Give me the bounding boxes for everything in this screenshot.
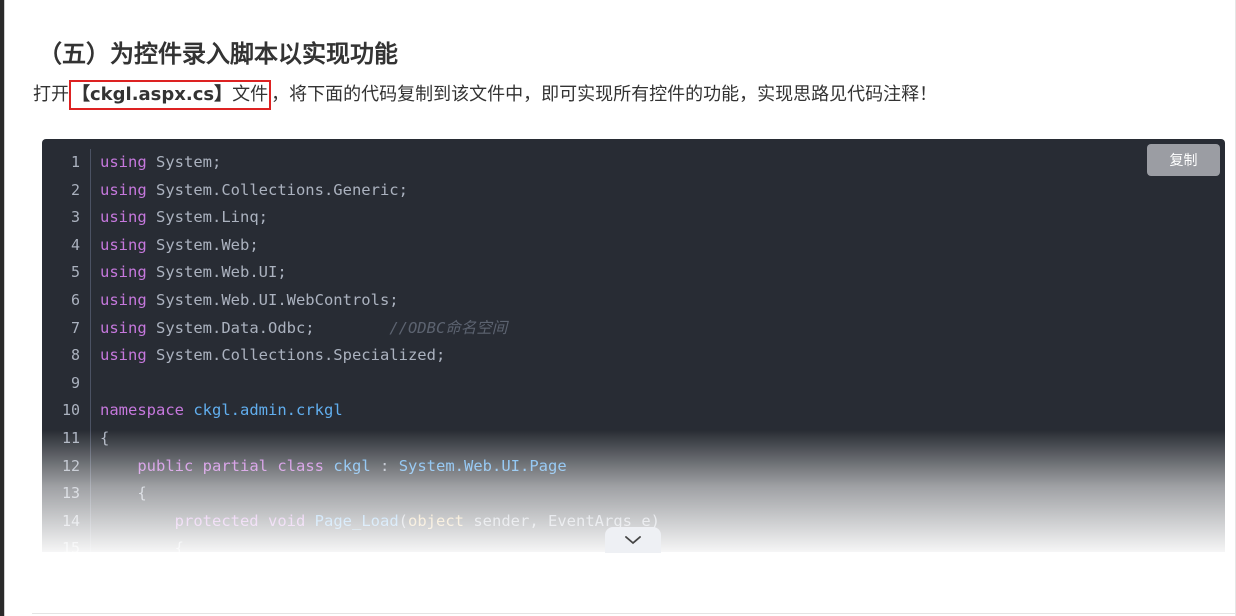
- code-token: object: [408, 511, 465, 530]
- line-number: 4: [70, 235, 80, 254]
- code-token: using: [100, 318, 147, 337]
- code-token: using: [100, 346, 147, 365]
- code-token: (: [398, 511, 409, 530]
- code-token: ckgl: [333, 456, 371, 475]
- instruction-paragraph: 打开 【ckgl.aspx.cs】文件 ，将下面的代码复制到该文件中，即可实现所有控…: [33, 80, 937, 110]
- line-number: 11: [61, 428, 80, 447]
- code-token: System.Web.UI.WebControls;: [146, 290, 399, 309]
- code-token: System;: [146, 153, 222, 171]
- code-token: namespace: [100, 401, 184, 420]
- paragraph-prefix: 打开: [33, 84, 69, 105]
- code-line: using System;: [100, 149, 1225, 177]
- code-token: ckgl.admin.crkgl: [193, 401, 343, 420]
- code-token: using: [100, 208, 147, 227]
- code-token: System.Web;: [146, 235, 259, 254]
- code-token: Page_Load: [314, 511, 399, 530]
- code-token: System.Collections.Specialized;: [146, 346, 446, 365]
- code-line: using System.Collections.Generic;: [100, 177, 1225, 205]
- code-token: protected: [174, 511, 259, 530]
- code-token: System.Linq;: [146, 208, 268, 227]
- line-number: 9: [70, 373, 80, 392]
- code-token: using: [100, 153, 147, 171]
- code-token: using: [100, 263, 147, 282]
- code-token: System.Collections.Generic;: [146, 180, 408, 199]
- code-line: {: [100, 480, 1225, 508]
- file-name-highlight: 【ckgl.aspx.cs】文件: [69, 80, 272, 110]
- code-line: public partial class ckgl : System.Web.U…: [100, 453, 1225, 481]
- line-number: 10: [61, 401, 80, 420]
- code-line: using System.Web;: [100, 232, 1225, 260]
- line-number: 12: [61, 456, 80, 475]
- file-name-bold: 【ckgl.aspx.cs】: [72, 84, 233, 105]
- code-token: System.Data.Odbc;: [146, 318, 390, 337]
- line-number: 3: [70, 208, 80, 227]
- line-number: 2: [70, 180, 80, 199]
- paragraph-suffix: ，将下面的代码复制到该文件中，即可实现所有控件的功能，实现思路见代码注释！: [271, 84, 938, 105]
- file-name-suffix: 文件: [232, 84, 269, 105]
- code-token: partial: [202, 456, 268, 475]
- line-number: 7: [70, 318, 80, 337]
- line-number: 5: [70, 263, 80, 282]
- line-number: 1: [70, 153, 80, 171]
- code-line: {: [100, 425, 1225, 453]
- code-line: {: [100, 535, 1225, 552]
- line-number-gutter: 1 2 3 4 5 6 7 8 9 10 11 12 13 14 15: [42, 149, 91, 552]
- code-token: void: [268, 511, 306, 530]
- code-line: using System.Web.UI;: [100, 259, 1225, 287]
- window-left-border: [4, 0, 5, 616]
- code-line: using System.Data.Odbc; //ODBC命名空间: [100, 315, 1225, 343]
- code-token: class: [277, 456, 325, 475]
- line-number: 13: [61, 484, 80, 503]
- code-comment: //ODBC命名空间: [389, 318, 508, 337]
- code-line: protected void Page_Load(object sender, …: [100, 508, 1225, 536]
- line-number: 6: [70, 290, 80, 309]
- chevron-down-icon: [624, 535, 642, 545]
- code-block: 1 2 3 4 5 6 7 8 9 10 11 12 13 14 15 using System; using…: [42, 139, 1225, 552]
- code-token: {: [100, 428, 110, 447]
- code-token: public: [137, 456, 194, 475]
- code-line: namespace ckgl.admin.crkgl: [100, 397, 1225, 425]
- code-token: System.Web.UI.Page: [398, 456, 567, 475]
- section-divider: [32, 613, 1236, 614]
- code-token: {: [100, 539, 184, 552]
- line-number: 14: [61, 511, 80, 530]
- code-line: using System.Linq;: [100, 204, 1225, 232]
- code-token: using: [100, 235, 147, 254]
- section-heading: （五）为控件录入脚本以实现功能: [38, 40, 398, 68]
- code-token: System.Web.UI;: [146, 263, 287, 282]
- line-number: 15: [61, 539, 80, 552]
- code-token: :: [370, 456, 399, 475]
- code-line: using System.Collections.Specialized;: [100, 342, 1225, 370]
- copy-button[interactable]: 复制: [1147, 144, 1220, 176]
- code-token: using: [100, 180, 147, 199]
- code-content: using System; using System.Collections.Ge…: [100, 149, 1225, 552]
- expand-code-button[interactable]: [605, 527, 661, 553]
- code-line: using System.Web.UI.WebControls;: [100, 287, 1225, 315]
- code-token: {: [100, 484, 147, 503]
- code-token: using: [100, 290, 147, 309]
- line-number: 8: [70, 346, 80, 365]
